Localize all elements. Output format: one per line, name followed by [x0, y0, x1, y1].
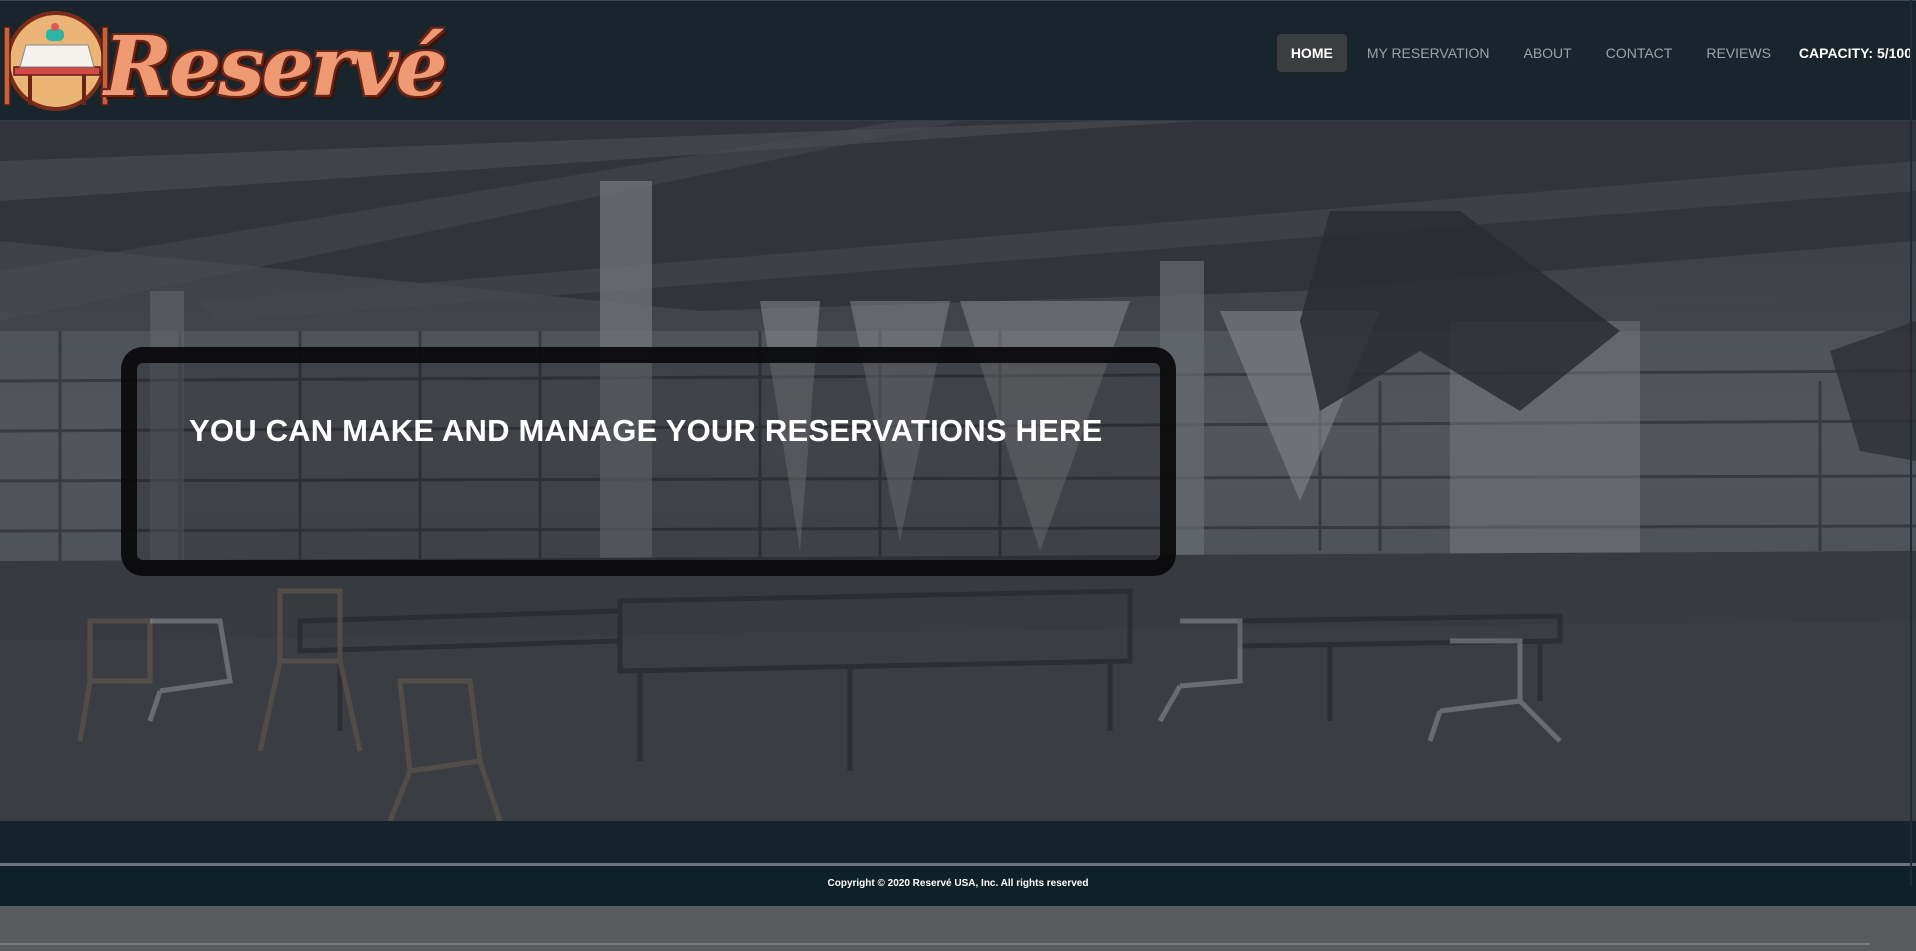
brand-logo[interactable]: Reservé: [4, 9, 448, 115]
footer-spacer: [0, 821, 1916, 863]
hero-section: YOU CAN MAKE AND MANAGE YOUR RESERVATION…: [0, 121, 1916, 821]
site-footer: Copyright © 2020 Reservé USA, Inc. All r…: [0, 863, 1916, 906]
divider: [0, 943, 1870, 945]
copyright-text: Copyright © 2020 Reservé USA, Inc. All r…: [827, 878, 1089, 889]
nav-my-reservation[interactable]: MY RESERVATION: [1353, 34, 1504, 72]
page-bottom: [0, 906, 1916, 951]
nav-home[interactable]: HOME: [1276, 34, 1347, 72]
hero-banner: YOU CAN MAKE AND MANAGE YOUR RESERVATION…: [121, 347, 1176, 576]
main-nav: HOME MY RESERVATION ABOUT CONTACT REVIEW…: [1271, 33, 1912, 73]
brand-wordmark: Reservé: [104, 19, 448, 115]
nav-reviews[interactable]: REVIEWS: [1692, 34, 1785, 72]
restaurant-table-icon: [4, 11, 109, 111]
nav-contact[interactable]: CONTACT: [1592, 34, 1687, 72]
capacity-indicator: CAPACITY: 5/100: [1798, 45, 1912, 61]
hero-headline: YOU CAN MAKE AND MANAGE YOUR RESERVATION…: [189, 413, 1103, 448]
nav-about[interactable]: ABOUT: [1509, 34, 1585, 72]
site-header: Reservé HOME MY RESERVATION ABOUT CONTAC…: [0, 0, 1916, 121]
scrollbar-edge[interactable]: [1910, 0, 1912, 886]
